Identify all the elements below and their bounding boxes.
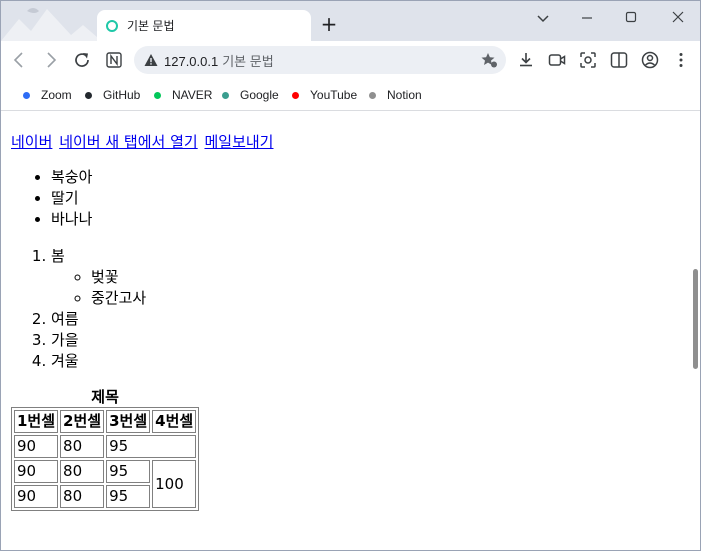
- table-cell: 95: [106, 460, 151, 483]
- table-header-row: 1번셀 2번셀 3번셀 4번셀: [14, 410, 197, 433]
- bookmark-github[interactable]: GitHub: [85, 87, 140, 103]
- bookmarks-bar: Zoom GitHub NAVER Google YouTube Notion: [1, 79, 700, 111]
- browser-toolbar: 127.0.0.1 기본 문법: [1, 41, 700, 79]
- naver-icon: [154, 91, 161, 99]
- mailto-link[interactable]: 메일보내기: [204, 133, 273, 151]
- download-icon[interactable]: [516, 50, 536, 70]
- table-cell: 80: [60, 435, 105, 458]
- page-viewport: 네이버 네이버 새 탭에서 열기 메일보내기 복숭아 딸기 바나나 봄 벚꽃 중…: [1, 112, 700, 550]
- season-list: 봄 벚꽃 중간고사 여름 가을 겨울: [11, 246, 276, 372]
- url-page-title: 기본 문법: [222, 54, 274, 69]
- tab-active[interactable]: 기본 문법: [97, 10, 311, 41]
- table-cell-merged: 100: [152, 460, 197, 508]
- url-host: 127.0.0.1: [164, 54, 219, 69]
- list-item: 딸기: [51, 188, 276, 209]
- spring-sublist: 벚꽃 중간고사: [51, 267, 276, 309]
- bookmark-label: YouTube: [310, 88, 358, 102]
- table-caption: 제목: [91, 388, 119, 406]
- table-header-cell: 4번셀: [152, 410, 197, 433]
- video-camera-icon[interactable]: [547, 50, 567, 70]
- bookmark-youtube[interactable]: YouTube: [292, 87, 357, 103]
- new-tab-icon[interactable]: +: [319, 14, 339, 34]
- list-item: 복숭아: [51, 167, 276, 188]
- fruit-list: 복숭아 딸기 바나나: [11, 167, 276, 230]
- table-row: 90 80 95 100: [14, 460, 197, 508]
- github-icon: [85, 91, 92, 99]
- url-text: 127.0.0.1 기본 문법: [164, 51, 274, 70]
- table-cell: 90: [14, 435, 59, 458]
- score-table: 제목 1번셀 2번셀 3번셀 4번셀 90 80 95 90 80 95 100: [11, 388, 200, 511]
- table-cell: 95: [106, 485, 151, 508]
- maximize-icon[interactable]: [619, 7, 643, 29]
- zoom-icon: [23, 91, 30, 99]
- link-row: 네이버 네이버 새 탭에서 열기 메일보내기: [11, 132, 276, 153]
- forward-icon[interactable]: [41, 50, 61, 70]
- table-cell: 90: [14, 485, 59, 508]
- minimize-icon[interactable]: [575, 7, 599, 29]
- list-item: 벚꽃: [91, 267, 276, 288]
- bookmark-naver[interactable]: NAVER: [154, 87, 212, 103]
- table-row: 90 80 95: [14, 435, 197, 458]
- not-secure-warning-icon[interactable]: [144, 53, 158, 67]
- naver-link[interactable]: 네이버: [11, 133, 52, 151]
- notion-extension-icon[interactable]: [104, 50, 124, 70]
- tab-strip: 기본 문법 +: [1, 1, 700, 41]
- bookmark-star-icon[interactable]: [480, 51, 498, 69]
- table-cell: 95: [106, 435, 197, 458]
- page-favicon-icon: [106, 19, 118, 32]
- page-content: 네이버 네이버 새 탭에서 열기 메일보내기 복숭아 딸기 바나나 봄 벚꽃 중…: [11, 132, 276, 511]
- profile-avatar-icon[interactable]: [640, 50, 660, 70]
- scrollbar-thumb[interactable]: [693, 269, 698, 369]
- list-item: 여름: [51, 309, 276, 330]
- back-icon[interactable]: [9, 50, 29, 70]
- table-header-cell: 2번셀: [60, 410, 105, 433]
- table-header-cell: 1번셀: [14, 410, 59, 433]
- naver-new-tab-link[interactable]: 네이버 새 탭에서 열기: [59, 133, 198, 151]
- side-panel-icon[interactable]: [609, 50, 629, 70]
- notion-icon: [369, 91, 376, 99]
- list-item: 겨울: [51, 351, 276, 372]
- browser-window: 기본 문법 + 127.0.0.1 기본 문법 Zoom GitHub NAVE…: [0, 0, 701, 551]
- list-item: 가을: [51, 330, 276, 351]
- bookmark-label: NAVER: [172, 88, 213, 102]
- google-icon: [222, 91, 229, 99]
- vertical-scrollbar[interactable]: [691, 112, 700, 550]
- bookmark-notion[interactable]: Notion: [369, 87, 422, 103]
- bookmark-zoom[interactable]: Zoom: [23, 87, 72, 103]
- bookmark-label: Notion: [387, 88, 422, 102]
- season-label: 봄: [51, 247, 65, 265]
- tab-search-chevron-icon[interactable]: [531, 7, 555, 29]
- bookmark-label: Google: [240, 88, 279, 102]
- list-item: 중간고사: [91, 288, 276, 309]
- table-cell: 80: [60, 485, 105, 508]
- table-cell: 90: [14, 460, 59, 483]
- reload-icon[interactable]: [72, 50, 92, 70]
- youtube-icon: [292, 91, 299, 99]
- bookmark-label: GitHub: [103, 88, 141, 102]
- tab-title: 기본 문법: [127, 19, 175, 33]
- screenshot-icon[interactable]: [578, 50, 598, 70]
- more-menu-icon[interactable]: [671, 50, 691, 70]
- table-header-cell: 3번셀: [106, 410, 151, 433]
- table-cell: 80: [60, 460, 105, 483]
- address-bar[interactable]: 127.0.0.1 기본 문법: [134, 46, 506, 74]
- bookmark-label: Zoom: [41, 88, 72, 102]
- wallpaper-mountains-icon: [1, 8, 97, 41]
- list-item-spring: 봄 벚꽃 중간고사: [51, 246, 276, 309]
- bookmark-google[interactable]: Google: [222, 87, 279, 103]
- list-item: 바나나: [51, 209, 276, 230]
- close-icon[interactable]: [666, 7, 690, 29]
